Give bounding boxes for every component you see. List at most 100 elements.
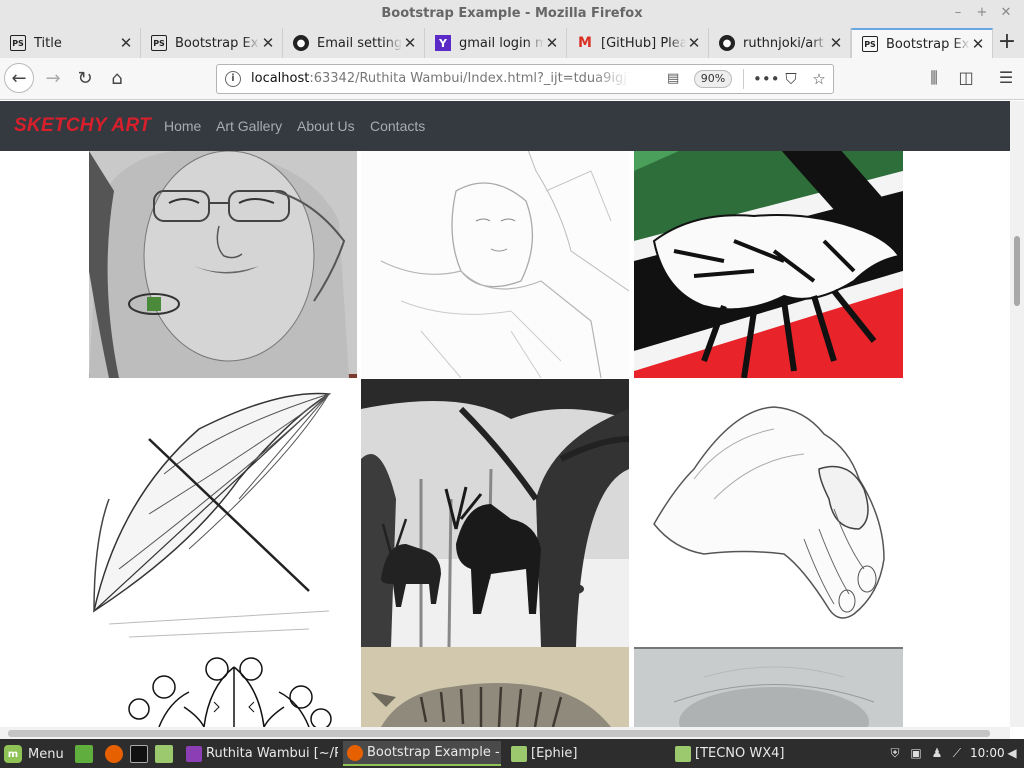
network-icon[interactable]: ⟋ — [949, 745, 965, 761]
gallery-image-stags-in-forest[interactable] — [361, 379, 629, 647]
tab-email-settings[interactable]: ● Email settings ✕ — [283, 28, 425, 58]
nav-link-art-gallery[interactable]: Art Gallery — [216, 118, 282, 134]
tab-github-verify[interactable]: M [GitHub] Please verify ✕ — [567, 28, 709, 58]
horizontal-scroll-thumb[interactable] — [8, 730, 990, 737]
tab-label: Email settings — [317, 35, 402, 51]
gmail-icon: M — [578, 35, 592, 51]
url-separator — [743, 69, 744, 89]
gallery-image-lion-flag[interactable] — [634, 131, 903, 378]
nav-link-home[interactable]: Home — [164, 118, 201, 134]
zoom-level[interactable]: 90% — [694, 70, 732, 88]
tab-label: Bootstrap Example — [175, 35, 260, 51]
close-tab-icon[interactable]: ✕ — [402, 34, 418, 52]
phpstorm-icon: PS — [151, 35, 167, 51]
url-path: :63342/Ruthita Wambui/Index.html?_ijt=td… — [309, 71, 631, 86]
site-brand[interactable]: SKETCHY ART — [14, 115, 151, 137]
phpstorm-icon — [186, 745, 202, 762]
site-navbar: SKETCHY ART Home Art Gallery About Us Co… — [0, 101, 1010, 151]
gallery-image-umbrella[interactable] — [89, 379, 357, 647]
maximize-icon[interactable]: + — [974, 5, 990, 21]
tab-strip: PS Title ✕ PS Bootstrap Example ✕ ● Emai… — [0, 28, 1024, 58]
tab-bootstrap-example-active[interactable]: PS Bootstrap Example ✕ — [851, 28, 993, 58]
forward-icon[interactable]: → — [38, 63, 68, 93]
taskbar-window-ephie[interactable]: [Ephie] — [507, 741, 667, 766]
site-info-icon[interactable]: i — [225, 71, 241, 87]
url-host: localhost — [251, 71, 310, 86]
hamburger-menu-icon[interactable]: ☰ — [995, 68, 1017, 90]
new-tab-icon[interactable]: + — [994, 30, 1020, 56]
gallery-image-cat[interactable] — [361, 647, 629, 727]
tab-label: Title — [34, 35, 62, 51]
bookmark-star-icon[interactable]: ☆ — [809, 70, 829, 90]
nav-link-about-us[interactable]: About Us — [297, 118, 355, 134]
close-window-icon[interactable]: ✕ — [998, 5, 1014, 21]
url-text[interactable]: localhost:63342/Ruthita Wambui/Index.htm… — [251, 71, 631, 86]
start-menu-button[interactable]: m Menu — [4, 743, 64, 765]
close-tab-icon[interactable]: ✕ — [544, 34, 560, 52]
folder-icon — [675, 745, 691, 762]
mint-logo-icon: m — [4, 745, 22, 763]
sidebar-icon[interactable]: ◫ — [955, 68, 977, 90]
terminal-launcher-icon[interactable] — [130, 745, 148, 763]
window-title: Bootstrap Example - Mozilla Firefox — [381, 6, 643, 21]
gallery-image-reclining-girl[interactable] — [361, 131, 629, 378]
tab-title[interactable]: PS Title ✕ — [0, 28, 141, 58]
phpstorm-icon: PS — [10, 35, 26, 51]
close-tab-icon[interactable]: ✕ — [828, 34, 844, 52]
vertical-scroll-thumb[interactable] — [1014, 236, 1020, 306]
tab-gmail-login[interactable]: Y gmail login mail ✕ — [425, 28, 567, 58]
tab-ruthnjoki-art[interactable]: ● ruthnjoki/art ✕ — [709, 28, 851, 58]
minimize-icon[interactable]: – — [950, 5, 966, 21]
shield-icon[interactable]: ⛨ — [887, 745, 903, 761]
gallery-image-hand[interactable] — [634, 379, 903, 647]
page-viewport: SKETCHY ART Home Art Gallery About Us Co… — [0, 101, 1010, 727]
phpstorm-icon: PS — [862, 36, 878, 52]
start-menu-label: Menu — [28, 746, 64, 762]
taskbar-window-phpstorm[interactable]: Ruthita Wambui [~/P... — [182, 741, 338, 766]
taskbar-window-label: Bootstrap Example -... — [367, 745, 501, 760]
gallery-image-mandala[interactable] — [89, 647, 357, 727]
window-titlebar: Bootstrap Example - Mozilla Firefox – + … — [0, 0, 1024, 28]
url-bar[interactable]: i localhost:63342/Ruthita Wambui/Index.h… — [216, 64, 834, 94]
close-tab-icon[interactable]: ✕ — [686, 34, 702, 52]
reload-icon[interactable]: ↻ — [70, 63, 100, 93]
page-actions-icon[interactable]: ••• — [753, 70, 780, 90]
taskbar-window-firefox[interactable]: Bootstrap Example -... — [343, 741, 501, 766]
back-icon[interactable]: ← — [4, 63, 34, 93]
show-desktop-icon[interactable] — [75, 745, 93, 763]
gallery-image-face-sketch[interactable] — [634, 647, 903, 727]
horizontal-scrollbar[interactable] — [0, 727, 1010, 739]
firefox-icon — [347, 744, 363, 761]
pocket-icon[interactable]: ⛉ — [781, 70, 801, 90]
nav-toolbar: ← → ↻ ⌂ i localhost:63342/Ruthita Wambui… — [0, 58, 1024, 100]
files-launcher-icon[interactable] — [155, 745, 173, 763]
yahoo-icon: Y — [435, 35, 451, 51]
os-taskbar: m Menu Ruthita Wambui [~/P... Bootstrap … — [0, 739, 1024, 768]
folder-icon — [511, 745, 527, 762]
close-tab-icon[interactable]: ✕ — [970, 35, 986, 53]
tab-label: Bootstrap Example — [886, 36, 970, 52]
tab-bootstrap-example[interactable]: PS Bootstrap Example ✕ — [141, 28, 283, 58]
taskbar-window-tecno[interactable]: [TECNO WX4] — [671, 741, 831, 766]
volume-icon[interactable]: ◀ — [1004, 745, 1020, 761]
clock: 10:00 — [970, 746, 1005, 760]
tab-label: ruthnjoki/art — [743, 35, 824, 51]
reader-view-icon[interactable]: ▤ — [667, 71, 683, 87]
tab-label: [GitHub] Please verify — [601, 35, 686, 51]
firefox-launcher-icon[interactable] — [105, 745, 123, 763]
nav-link-contacts[interactable]: Contacts — [370, 118, 425, 134]
close-tab-icon[interactable]: ✕ — [260, 34, 276, 52]
github-icon: ● — [719, 35, 735, 51]
user-icon[interactable]: ♟ — [929, 745, 945, 761]
tab-label: gmail login mail — [459, 35, 544, 51]
home-icon[interactable]: ⌂ — [102, 63, 132, 93]
github-icon: ● — [293, 35, 309, 51]
gallery-image-woman-with-glasses[interactable] — [89, 131, 357, 378]
update-icon[interactable]: ▣ — [908, 745, 924, 761]
taskbar-window-label: [Ephie] — [531, 746, 578, 761]
close-tab-icon[interactable]: ✕ — [118, 34, 134, 52]
taskbar-window-label: [TECNO WX4] — [695, 746, 785, 761]
library-icon[interactable]: ⫼ — [923, 68, 945, 90]
vertical-scrollbar[interactable] — [1010, 101, 1024, 727]
taskbar-window-label: Ruthita Wambui [~/P... — [206, 746, 338, 761]
